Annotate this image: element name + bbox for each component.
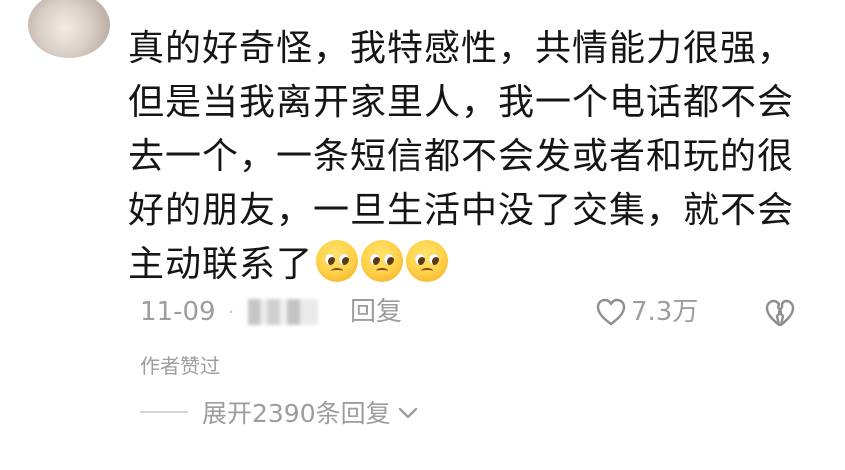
- username[interactable]: [128, 0, 168, 14]
- separator-dot: ·: [228, 300, 235, 324]
- like-count: 7.3万: [631, 297, 699, 327]
- emoji-group: [313, 240, 449, 298]
- like-button[interactable]: 7.3万: [595, 292, 698, 332]
- comment-line: 真的好奇怪，我特感性，共情能力很强，: [128, 28, 795, 69]
- broken-heart-icon: [765, 299, 795, 327]
- reply-button[interactable]: 回复: [350, 292, 402, 332]
- comment-text: 真的好奇怪，我特感性，共情能力很强， 但是当我离开家里人，我一个电话都不会 去一…: [128, 22, 808, 298]
- comment-meta: 11-09 · 回复 7.3万: [140, 292, 810, 332]
- comment-line: 好的朋友，一旦生活中没了交集，就不会: [128, 190, 795, 231]
- dislike-button[interactable]: [764, 298, 796, 340]
- divider-line: [140, 411, 188, 413]
- avatar[interactable]: [28, 0, 110, 58]
- comment-line-last: 主动联系了: [128, 238, 808, 298]
- heart-icon: [596, 298, 626, 326]
- author-liked-tag: 作者赞过: [140, 354, 220, 378]
- expand-replies-button[interactable]: 展开2390条回复: [140, 394, 419, 430]
- comment-date: 11-09: [140, 297, 216, 327]
- pleading-face-icon: [406, 240, 449, 282]
- chevron-down-icon: [398, 407, 417, 419]
- expand-replies-label: 展开2390条回复: [202, 399, 391, 428]
- comment-line: 主动联系了: [128, 244, 314, 285]
- pleading-face-icon: [316, 240, 359, 282]
- comment-line: 去一个，一条短信都不会发或者和玩的很: [128, 136, 795, 177]
- comment-line: 但是当我离开家里人，我一个电话都不会: [128, 82, 795, 123]
- pleading-face-icon: [361, 240, 404, 282]
- location-text-blurred: [248, 299, 318, 325]
